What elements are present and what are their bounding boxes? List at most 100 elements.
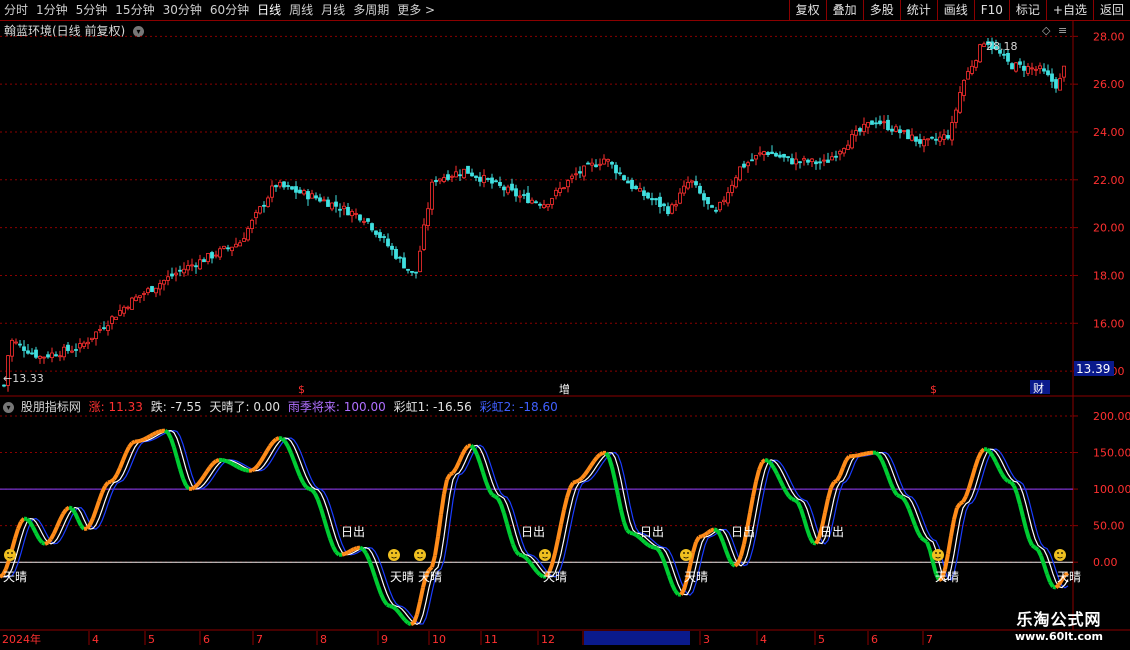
mark-button[interactable]: 标记 [1008,0,1046,20]
candle-body [518,195,522,198]
trend-segment [613,479,620,496]
candle-body [994,46,998,49]
trend-segment [227,459,232,465]
indicator-name: 股朋指标网 [20,400,81,414]
trend-segment [233,463,238,469]
candle-body [578,171,582,174]
candle-body [318,197,322,202]
adjust-button[interactable]: 复权 [788,0,826,20]
event-marker[interactable]: $ [298,383,305,396]
trend-segment [131,439,136,445]
candle-body [142,293,146,295]
trend-segment [706,528,713,535]
tab-15min[interactable]: 15分钟 [111,0,158,20]
tab-multi-period[interactable]: 多周期 [349,0,393,20]
overlay-button[interactable]: 叠加 [825,0,863,20]
candle-body [1050,73,1054,82]
candle-body [230,246,234,252]
trend-segment [58,513,65,521]
candle-body [402,257,406,269]
diamond-icon[interactable]: ◇ [1042,24,1051,37]
candle-body [730,184,734,193]
candle-body [6,355,10,386]
f10-button[interactable]: F10 [973,0,1009,20]
trend-segment [415,601,422,616]
candle-body [1014,62,1018,72]
candle-body [34,349,38,358]
trend-segment [1042,563,1049,575]
trend-segment [650,544,655,550]
event-marker[interactable]: $ [930,383,937,396]
trend-segment [68,505,73,511]
tool-buttons: 复权 叠加 多股 统计 画线 F10 标记 +自选 返回 [788,0,1130,20]
sunrise-label: 日出 [820,525,844,539]
tab-5min[interactable]: 5分钟 [72,0,112,20]
trend-segment [436,514,443,537]
trend-segment [685,565,692,580]
candle-body [586,162,590,165]
candle-body [146,288,150,294]
candle-body [162,279,166,285]
x-axis-label: 9 [381,633,388,646]
current-price-box [1074,361,1114,376]
candle-body [530,199,534,204]
candle-body [198,259,202,270]
candle-body [70,350,74,353]
sunrise-label: 日出 [731,525,755,539]
trend-segment [350,547,355,553]
trend-segment [922,538,929,544]
trend-segment [412,613,419,624]
candle-body [642,190,646,196]
candle-body [66,344,70,351]
trend-segment [931,561,938,575]
candle-body [874,122,878,125]
trend-segment [616,494,623,511]
event-marker[interactable]: 财 [1033,381,1044,395]
chevron-down-icon[interactable]: ▾ [133,26,145,37]
event-marker[interactable]: 增 [559,382,570,396]
tab-fenshi[interactable]: 分时 [0,0,32,20]
tab-more[interactable]: 更多 > [393,0,439,20]
candle-body [2,384,6,387]
tab-1min[interactable]: 1分钟 [32,0,72,20]
chevron-down-icon[interactable]: ▾ [3,402,14,413]
trend-segment [673,589,680,596]
menu-icon[interactable]: ≡ [1058,24,1067,37]
tab-monthly[interactable]: 月线 [317,0,349,20]
indicator-header: ▾ 股朋指标网 涨: 11.33 跌: -7.55 天晴了: 0.00 雨季将来… [3,398,562,415]
indicator-value-rainbow1: 彩虹1: -16.56 [393,400,472,414]
candle-body [1034,68,1038,71]
candle-body [862,123,866,133]
candle-body [514,188,518,197]
trend-segment [7,548,14,561]
candle-body [298,189,302,194]
candle-body [1054,79,1058,89]
draw-line-button[interactable]: 画线 [936,0,974,20]
trend-segment [361,547,368,555]
trend-segment [196,479,203,486]
trend-segment [721,541,728,552]
trend-segment [373,576,380,587]
add-watchlist-button[interactable]: +自选 [1045,0,1093,20]
trend-segment [1015,493,1022,506]
trend-segment [295,468,302,478]
multi-stock-button[interactable]: 多股 [862,0,900,20]
back-button[interactable]: 返回 [1092,0,1130,20]
tab-30min[interactable]: 30分钟 [159,0,206,20]
tab-60min[interactable]: 60分钟 [206,0,253,20]
tab-daily[interactable]: 日线 [253,0,285,20]
trend-segment [25,517,32,524]
candle-body [898,129,902,134]
trend-segment [943,553,950,570]
trend-segment [877,454,884,462]
candle-body [166,276,170,281]
tab-weekly[interactable]: 周线 [285,0,317,20]
trend-segment [256,459,263,467]
trend-segment [973,458,980,469]
statistics-button[interactable]: 统计 [899,0,937,20]
candle-body [210,252,214,259]
sunny-label: 天晴 [543,570,567,584]
trend-segment [991,455,998,464]
candle-body [482,175,486,183]
trend-segment [490,492,497,499]
